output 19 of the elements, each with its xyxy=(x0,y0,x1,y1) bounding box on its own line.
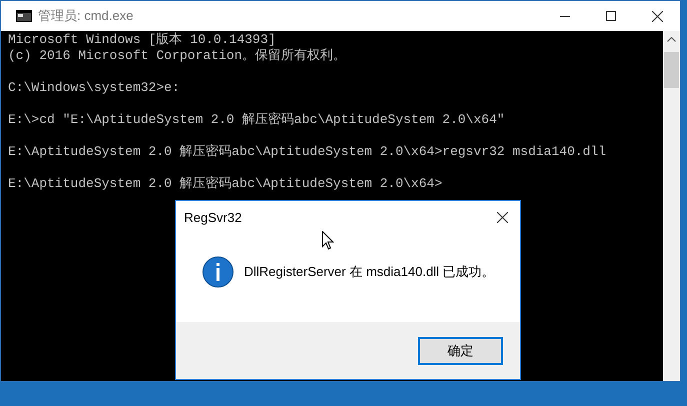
console-line: Microsoft Windows [版本 10.0.14393] xyxy=(8,32,276,48)
close-icon xyxy=(496,212,508,223)
console-line: E:\AptitudeSystem 2.0 解压密码abc\AptitudeSystem 2.0\x64>regsvr32 msdia140.dll xyxy=(8,144,606,160)
console-line: (c) 2016 Microsoft Corporation。保留所有权利。 xyxy=(8,48,346,64)
terminal-icon xyxy=(16,10,32,22)
scrollbar[interactable] xyxy=(663,31,680,381)
ok-button[interactable]: 确定 xyxy=(418,336,503,364)
cursor-icon xyxy=(322,231,334,250)
window-title: 管理员: cmd.exe xyxy=(38,7,134,26)
dialog-message: DllRegisterServer 在 msdia140.dll 已成功。 xyxy=(244,262,495,281)
console-line: C:\Windows\system32>e: xyxy=(8,80,180,96)
info-icon xyxy=(202,256,234,288)
maximize-icon xyxy=(606,11,616,21)
console-line: E:\AptitudeSystem 2.0 解压密码abc\AptitudeSystem 2.0\x64> xyxy=(8,176,442,192)
close-icon xyxy=(652,10,662,22)
console-line: E:\>cd "E:\AptitudeSystem 2.0 解压密码abc\AptitudeSystem 2.0\x64" xyxy=(8,112,505,128)
scroll-up-icon xyxy=(667,37,676,42)
scroll-thumb[interactable] xyxy=(664,52,679,88)
dialog-title: RegSvr32 xyxy=(184,208,242,227)
